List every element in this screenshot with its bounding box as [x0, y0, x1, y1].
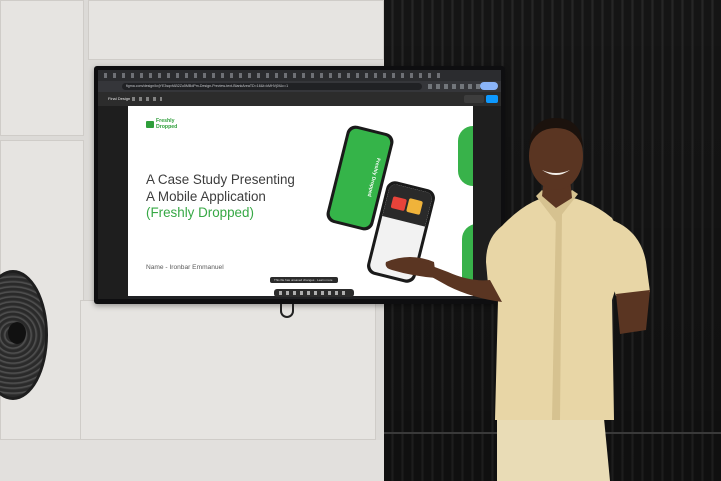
arm-relaxed: [616, 290, 650, 334]
sleeve-left: [606, 218, 650, 296]
hand: [385, 257, 436, 278]
presenter: [385, 118, 650, 481]
